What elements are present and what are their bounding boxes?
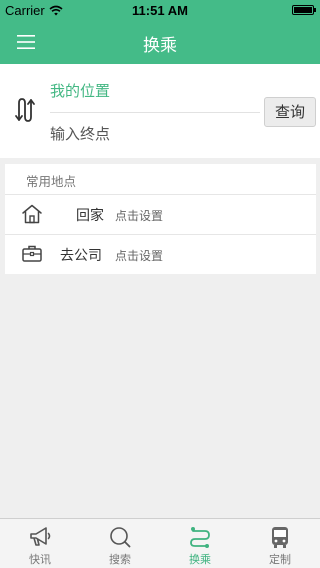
favorite-work-hint: 点击设置 (115, 249, 164, 263)
tab-label: 换乘 (189, 553, 211, 566)
tab-label: 快讯 (29, 553, 51, 566)
destination-input[interactable] (50, 124, 255, 144)
transfer-icon (190, 527, 210, 548)
megaphone-icon (30, 527, 51, 546)
clock: 11:51 AM (132, 3, 188, 18)
tab-bar: 快讯 搜索 换乘 定制 (0, 518, 320, 568)
battery-icon (292, 5, 316, 15)
search-icon (110, 527, 131, 548)
swap-icon (15, 98, 35, 122)
tab-transfer[interactable]: 换乘 (160, 519, 240, 568)
favorites-header: 常用地点 (26, 174, 77, 189)
origin-field[interactable]: 我的位置 (50, 80, 110, 101)
home-icon (22, 204, 42, 224)
route-divider (50, 112, 260, 113)
query-button[interactable]: 查询 (264, 97, 316, 127)
favorite-home-row[interactable]: 回家 点击设置 (5, 195, 316, 233)
status-bar: Carrier 11:51 AM (0, 0, 320, 20)
favorite-home-label: 回家 (76, 208, 104, 224)
bus-icon (272, 527, 288, 548)
nav-bar: 换乘 (0, 20, 320, 64)
favorite-work-row[interactable]: 去公司 点击设置 (5, 235, 316, 273)
tab-custom[interactable]: 定制 (240, 519, 320, 568)
briefcase-icon (22, 245, 42, 262)
favorite-home-hint: 点击设置 (115, 209, 164, 223)
swap-button[interactable] (11, 96, 39, 124)
screen: Carrier 11:51 AM 换乘 我的位置 输入终点 查询 常用地点 回家… (0, 0, 320, 568)
favorite-work-label: 去公司 (60, 248, 102, 264)
tab-news[interactable]: 快讯 (0, 519, 80, 568)
tab-search[interactable]: 搜索 (80, 519, 160, 568)
favorites-card: 常用地点 回家 点击设置 去公司 点击设置 (5, 164, 316, 274)
tab-label: 搜索 (109, 553, 131, 566)
page-title: 换乘 (143, 36, 177, 56)
tab-label: 定制 (269, 553, 291, 566)
